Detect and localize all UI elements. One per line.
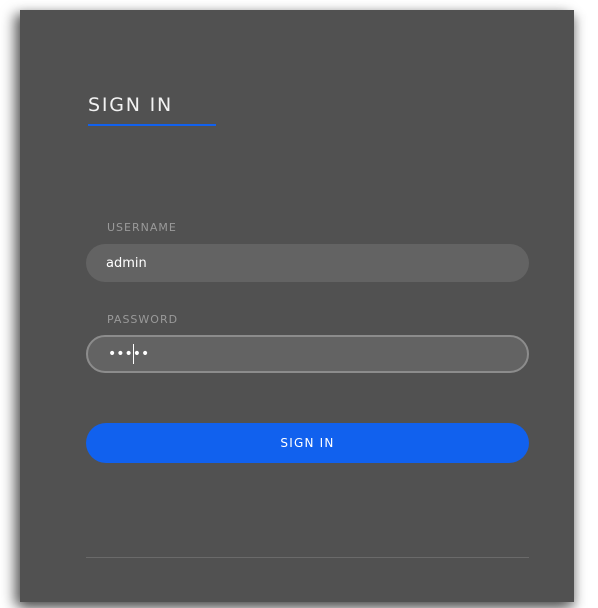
title-underline xyxy=(88,124,216,126)
password-input[interactable] xyxy=(86,335,529,373)
username-input[interactable] xyxy=(86,244,529,282)
page-title: SIGN IN xyxy=(88,94,174,116)
sign-in-button[interactable]: SIGN IN xyxy=(86,423,529,463)
footer-divider xyxy=(86,557,529,558)
password-label: PASSWORD xyxy=(107,313,179,326)
text-cursor xyxy=(133,344,134,364)
username-label: USERNAME xyxy=(107,221,177,234)
